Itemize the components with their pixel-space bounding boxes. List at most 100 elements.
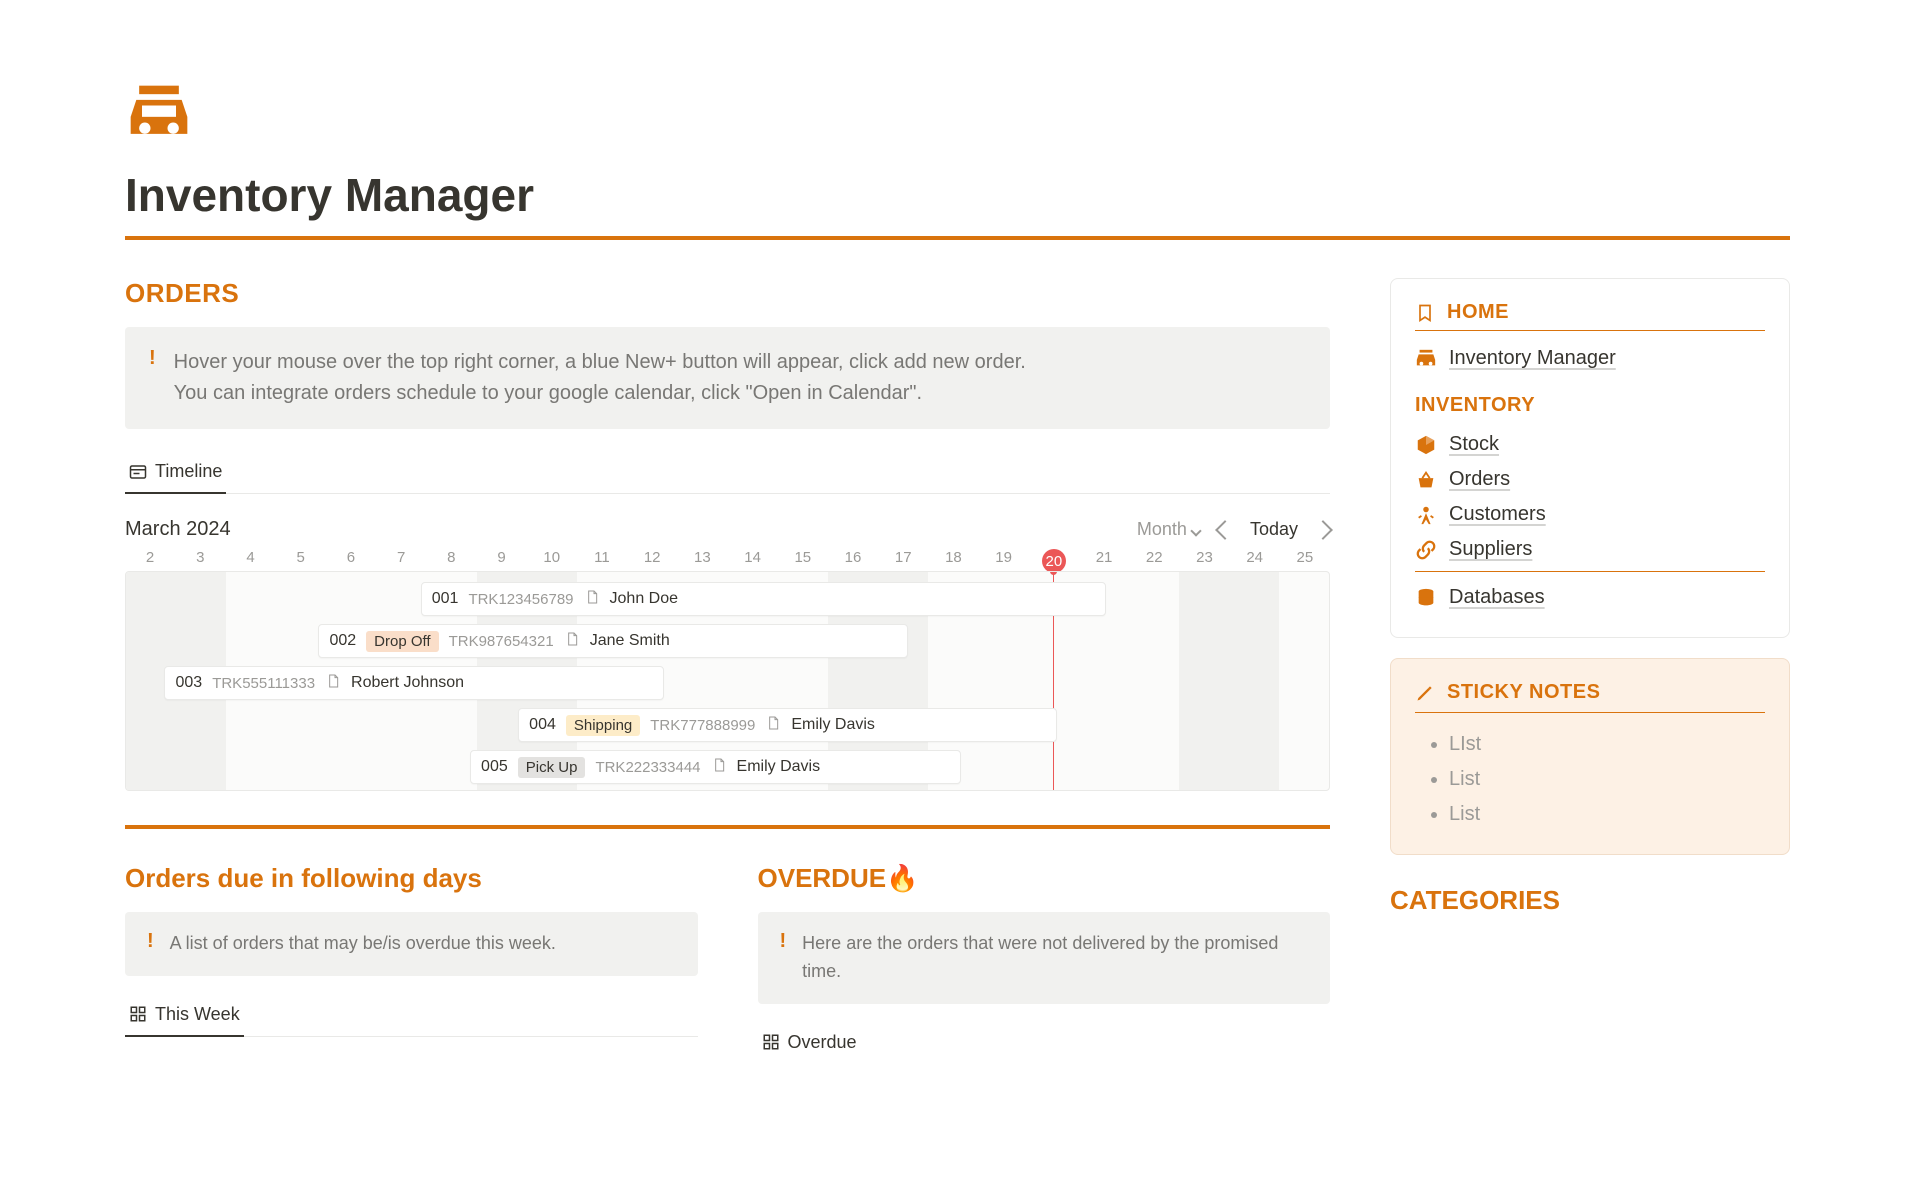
timeline-day: 19	[979, 549, 1029, 573]
sidebar-link-inventory-manager[interactable]: Inventory Manager	[1415, 341, 1765, 376]
page-truck-icon	[125, 80, 193, 148]
callout-line: You can integrate orders schedule to you…	[174, 378, 1026, 409]
timeline-day: 20	[1029, 549, 1079, 573]
tracking-number: TRK987654321	[449, 633, 554, 650]
orders-heading: ORDERS	[125, 278, 1330, 309]
order-id: 005	[481, 758, 508, 776]
callout-line: Hover your mouse over the top right corn…	[174, 347, 1026, 378]
doc-icon	[564, 630, 580, 653]
timeline-day: 7	[376, 549, 426, 573]
sticky-note-item[interactable]: List	[1449, 797, 1765, 832]
exclamation-icon: !	[147, 930, 154, 958]
board-icon	[762, 1033, 780, 1051]
timeline-day: 16	[828, 549, 878, 573]
exclamation-icon: !	[149, 347, 156, 409]
sidebar-link-stock[interactable]: Stock	[1415, 427, 1765, 462]
status-badge: Drop Off	[366, 631, 438, 652]
tab-this-week[interactable]: This Week	[125, 996, 244, 1037]
sidebar-link-orders[interactable]: Orders	[1415, 462, 1765, 497]
timeline-day: 15	[778, 549, 828, 573]
order-id: 001	[432, 590, 459, 608]
customer-name: Emily Davis	[737, 758, 821, 776]
timeline-order-card[interactable]: 001TRK123456789John Doe	[421, 582, 1107, 616]
order-id: 004	[529, 716, 556, 734]
timeline-icon	[129, 463, 147, 481]
timeline-day: 8	[426, 549, 476, 573]
tab-label: Timeline	[155, 461, 222, 482]
timeline: 2345678910111213141516171819202122232425…	[125, 549, 1330, 791]
board-icon	[129, 1005, 147, 1023]
doc-icon	[584, 588, 600, 611]
tracking-number: TRK555111333	[212, 675, 315, 692]
timeline-day: 14	[727, 549, 777, 573]
sticky-heading: STICKY NOTES	[1447, 681, 1600, 704]
pen-icon	[1415, 683, 1435, 703]
timeline-order-card[interactable]: 004ShippingTRK777888999Emily Davis	[518, 708, 1057, 742]
home-heading: HOME	[1447, 301, 1509, 324]
timeline-day: 21	[1079, 549, 1129, 573]
person-icon	[1415, 504, 1437, 526]
tracking-number: TRK222333444	[595, 759, 700, 776]
customer-name: Emily Davis	[791, 716, 875, 734]
timeline-day: 24	[1230, 549, 1280, 573]
doc-icon	[325, 672, 341, 695]
doc-icon	[765, 714, 781, 737]
timeline-day: 5	[276, 549, 326, 573]
customer-name: Jane Smith	[590, 632, 670, 650]
timeline-day: 10	[527, 549, 577, 573]
categories-heading: CATEGORIES	[1390, 885, 1790, 916]
basket-icon	[1415, 469, 1437, 491]
next-button[interactable]	[1313, 520, 1333, 540]
timeline-day: 12	[627, 549, 677, 573]
sidebar-link-databases[interactable]: Databases	[1415, 580, 1765, 615]
timeline-day: 18	[928, 549, 978, 573]
timeline-day: 23	[1179, 549, 1229, 573]
timeline-order-card[interactable]: 005 Pick Up TRK222333444 Emily Davis	[470, 750, 961, 784]
inventory-heading: INVENTORY	[1415, 394, 1765, 421]
timeline-day: 22	[1129, 549, 1179, 573]
timeline-day: 3	[175, 549, 225, 573]
view-dropdown[interactable]: Month	[1137, 519, 1200, 540]
sticky-note-item[interactable]: LIst	[1449, 727, 1765, 762]
truck-icon	[1415, 348, 1437, 370]
timeline-order-card[interactable]: 003 TRK555111333 Robert Johnson	[164, 666, 663, 700]
timeline-day: 11	[577, 549, 627, 573]
doc-icon	[711, 756, 727, 779]
sidebar-link-customers[interactable]: Customers	[1415, 497, 1765, 532]
link-icon	[1415, 539, 1437, 561]
orders-callout: ! Hover your mouse over the top right co…	[125, 327, 1330, 429]
due-callout: ! A list of orders that may be/is overdu…	[125, 912, 698, 976]
timeline-day: 4	[225, 549, 275, 573]
order-id: 002	[329, 632, 356, 650]
timeline-order-card[interactable]: 002 Drop Off TRK987654321 Jane Smith	[318, 624, 907, 658]
database-icon	[1415, 587, 1437, 609]
customer-name: Robert Johnson	[351, 674, 464, 692]
prev-button[interactable]	[1215, 520, 1235, 540]
due-heading: Orders due in following days	[125, 863, 698, 894]
timeline-month: March 2024	[125, 518, 231, 541]
bookmark-icon	[1415, 303, 1435, 323]
sticky-note-item[interactable]: List	[1449, 762, 1765, 797]
order-id: 003	[175, 674, 202, 692]
timeline-day: 17	[878, 549, 928, 573]
chevron-down-icon	[1190, 525, 1201, 536]
tracking-number: TRK777888999	[650, 717, 755, 734]
status-badge: Pick Up	[518, 757, 586, 778]
box-icon	[1415, 434, 1437, 456]
sticky-notes: STICKY NOTES LIstListList	[1390, 658, 1790, 855]
overdue-heading: OVERDUE🔥	[758, 863, 1331, 894]
today-button[interactable]: Today	[1250, 519, 1298, 540]
exclamation-icon: !	[780, 930, 787, 986]
page-title: Inventory Manager	[125, 168, 1790, 240]
timeline-day: 2	[125, 549, 175, 573]
timeline-day: 6	[326, 549, 376, 573]
customer-name: John Doe	[610, 590, 679, 608]
timeline-day: 9	[476, 549, 526, 573]
tab-timeline[interactable]: Timeline	[125, 453, 226, 494]
timeline-day: 25	[1280, 549, 1330, 573]
tab-overdue[interactable]: Overdue	[758, 1024, 861, 1063]
overdue-callout: ! Here are the orders that were not deli…	[758, 912, 1331, 1004]
sidebar-link-suppliers[interactable]: Suppliers	[1415, 532, 1765, 567]
divider	[125, 825, 1330, 829]
sidebar-nav: HOME Inventory Manager INVENTORY Stock O…	[1390, 278, 1790, 638]
